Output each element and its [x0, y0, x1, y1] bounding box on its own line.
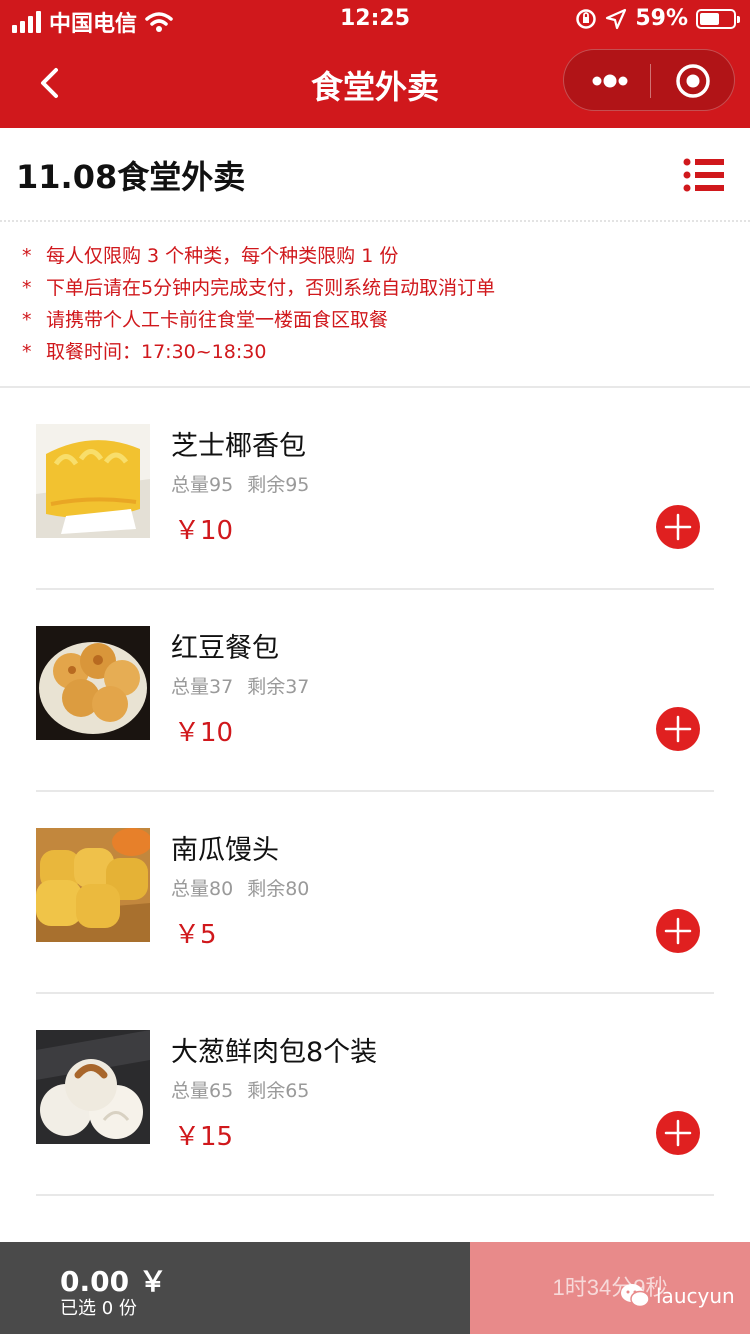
cart-summary[interactable]: 0.00 ￥ 已选 0 份 — [0, 1242, 470, 1334]
product-name: 芝士椰香包 — [171, 431, 306, 462]
product-image[interactable] — [36, 626, 150, 740]
product-total: 总量37 — [171, 676, 234, 698]
plus-icon — [664, 513, 692, 541]
product-stock: 总量65 剩余65 — [171, 1076, 309, 1103]
notice-marker: * — [22, 341, 32, 363]
notice-text: 每人仅限购 3 个种类，每个种类限购 1 份 — [46, 245, 399, 267]
cart-count: 已选 0 份 — [60, 1298, 137, 1319]
status-right: 59% — [575, 6, 740, 31]
product-price: ￥15 — [174, 1122, 234, 1152]
product-image[interactable] — [36, 1030, 150, 1144]
notice-item: * 每人仅限购 3 个种类，每个种类限购 1 份 — [22, 240, 750, 272]
capsule-divider — [650, 64, 651, 98]
product-stock: 总量80 剩余80 — [171, 874, 309, 901]
status-bar: 中国电信 12:25 59% — [0, 0, 750, 40]
product-image[interactable] — [36, 828, 150, 942]
battery-percent: 59% — [635, 6, 688, 31]
product-item[interactable]: 大葱鲜肉包8个装 总量65 剩余65 ￥15 — [36, 994, 714, 1196]
product-item[interactable]: 南瓜馒头 总量80 剩余80 ￥5 — [36, 792, 714, 994]
target-icon[interactable] — [675, 63, 711, 99]
add-to-cart-button[interactable] — [656, 1111, 700, 1155]
orientation-lock-icon — [576, 8, 597, 29]
mini-program-capsule — [563, 49, 735, 111]
watermark-text: laucyun — [656, 1284, 735, 1308]
product-price: ￥10 — [174, 516, 234, 546]
product-remaining: 剩余95 — [247, 474, 310, 496]
product-price: ￥10 — [174, 718, 234, 748]
product-name: 大葱鲜肉包8个装 — [171, 1037, 378, 1068]
page-header: 11.08食堂外卖 — [0, 128, 750, 222]
notice-item: * 请携带个人工卡前往食堂一楼面食区取餐 — [22, 304, 750, 336]
page-title: 11.08食堂外卖 — [16, 158, 246, 196]
product-remaining: 剩余80 — [247, 878, 310, 900]
notice-marker: * — [22, 277, 32, 299]
product-total: 总量95 — [171, 474, 234, 496]
battery-icon — [696, 8, 740, 29]
notice-marker: * — [22, 309, 32, 331]
add-to-cart-button[interactable] — [656, 505, 700, 549]
add-to-cart-button[interactable] — [656, 909, 700, 953]
product-remaining: 剩余65 — [247, 1080, 310, 1102]
product-name: 南瓜馒头 — [171, 835, 279, 866]
product-image[interactable] — [36, 424, 150, 538]
product-total: 总量65 — [171, 1080, 234, 1102]
notice-item: * 取餐时间：17:30~18:30 — [22, 336, 750, 368]
notice-item: * 下单后请在5分钟内完成支付，否则系统自动取消订单 — [22, 272, 750, 304]
product-name: 红豆餐包 — [171, 633, 279, 664]
list-menu-icon[interactable] — [683, 158, 725, 192]
notice-list: * 每人仅限购 3 个种类，每个种类限购 1 份 * 下单后请在5分钟内完成支付，否… — [0, 222, 750, 388]
product-item[interactable]: 芝士椰香包 总量95 剩余95 ￥10 — [36, 388, 714, 590]
top-bar: 中国电信 12:25 59% 食堂外卖 — [0, 0, 750, 128]
watermark: laucyun — [620, 1283, 735, 1309]
product-stock: 总量95 剩余95 — [171, 470, 309, 497]
product-item[interactable]: 红豆餐包 总量37 剩余37 ￥10 — [36, 590, 714, 792]
plus-icon — [664, 715, 692, 743]
add-to-cart-button[interactable] — [656, 707, 700, 751]
product-stock: 总量37 剩余37 — [171, 672, 309, 699]
product-list: 芝士椰香包 总量95 剩余95 ￥10 红豆餐包 总量37 剩余37 ￥10 南… — [36, 388, 714, 1334]
more-dots-icon[interactable] — [590, 70, 630, 92]
notice-text: 请携带个人工卡前往食堂一楼面食区取餐 — [46, 309, 389, 331]
plus-icon — [664, 917, 692, 945]
notice-text: 取餐时间：17:30~18:30 — [46, 341, 267, 363]
product-price: ￥5 — [174, 920, 217, 950]
plus-icon — [664, 1119, 692, 1147]
notice-text: 下单后请在5分钟内完成支付，否则系统自动取消订单 — [46, 277, 496, 299]
location-arrow-icon — [606, 8, 627, 29]
notice-marker: * — [22, 245, 32, 267]
product-total: 总量80 — [171, 878, 234, 900]
product-remaining: 剩余37 — [247, 676, 310, 698]
wechat-icon — [621, 1284, 650, 1308]
